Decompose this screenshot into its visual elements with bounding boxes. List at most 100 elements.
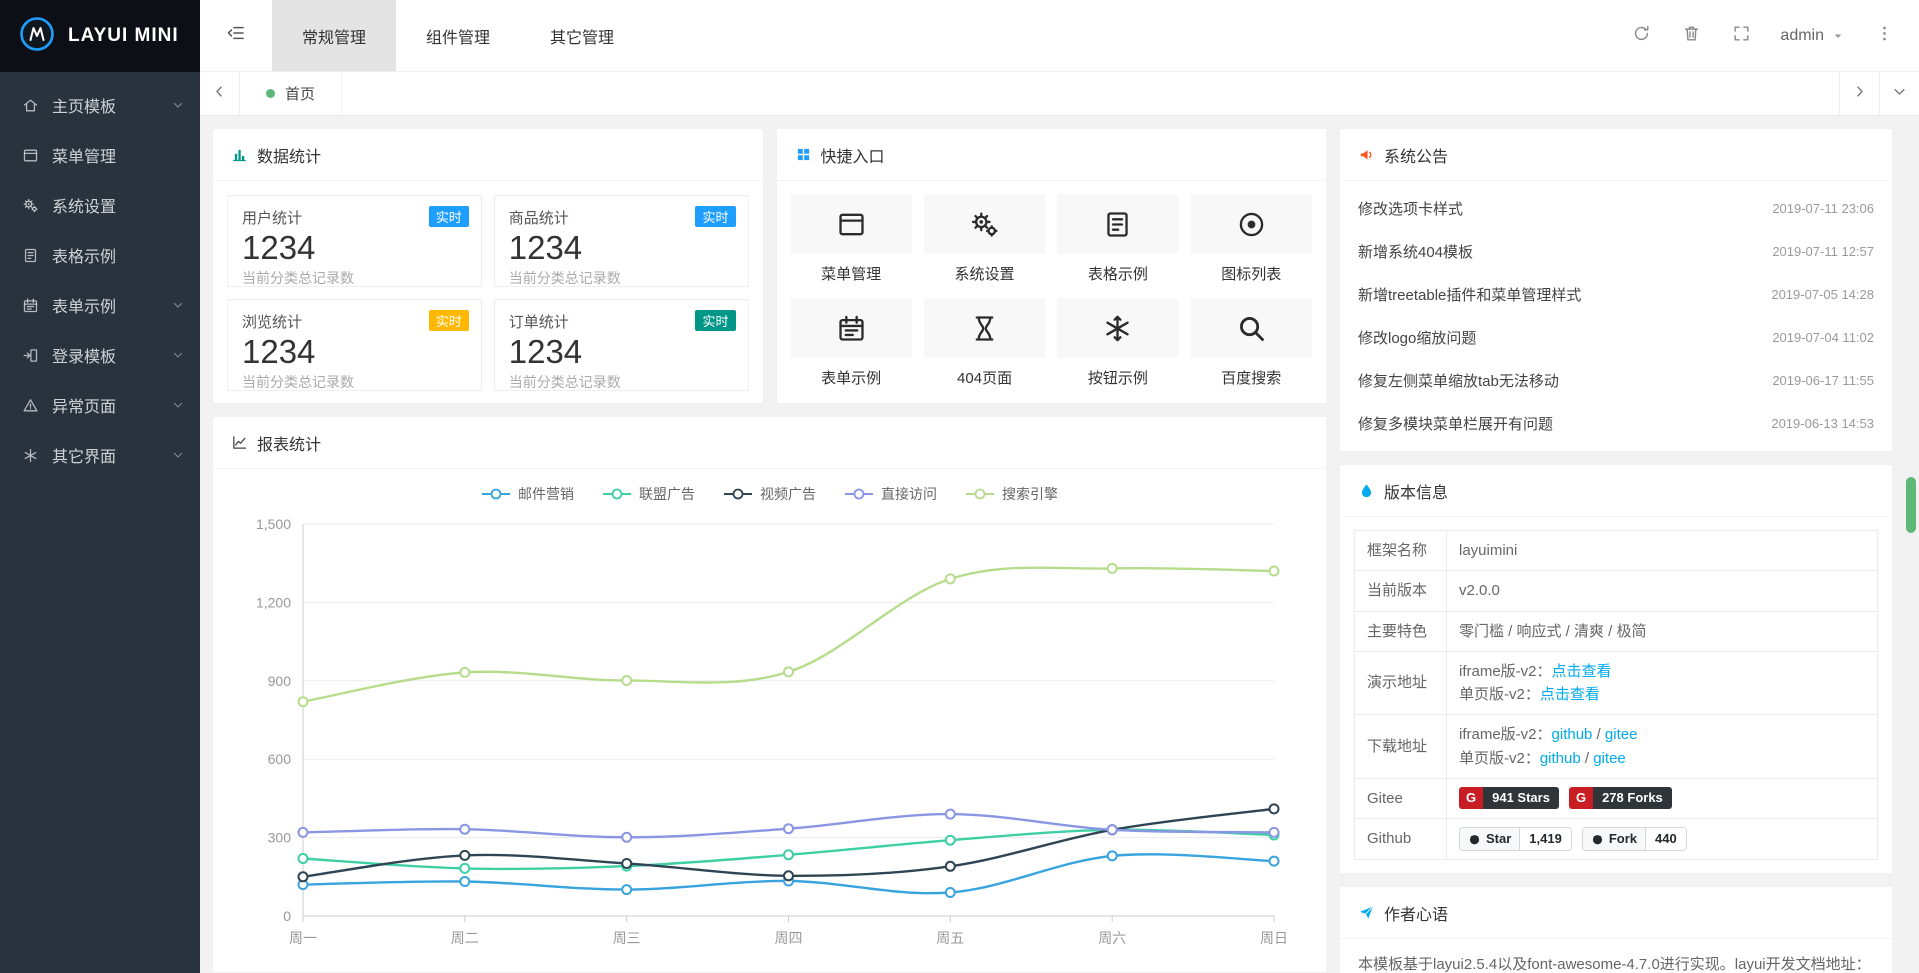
github-badge[interactable]: Fork440 <box>1582 827 1687 851</box>
file-icon <box>22 247 39 264</box>
header-tab[interactable]: 组件管理 <box>396 0 520 71</box>
version-link[interactable]: gitee <box>1593 750 1626 767</box>
announcement-text: 新增系统404模板 <box>1358 241 1483 262</box>
author-intro-text: 本模板基于layui2.5.4以及font-awesome-4.7.0进行实现。… <box>1358 951 1874 973</box>
quick-entry-label: 图标列表 <box>1191 263 1312 284</box>
more-menu-button[interactable] <box>1859 0 1909 72</box>
logo[interactable]: LAYUI MINI <box>0 0 200 72</box>
quick-entry-item[interactable]: 表单示例 <box>791 298 912 388</box>
announcement-row[interactable]: 新增系统404模板 2019-07-11 12:57 <box>1358 230 1874 273</box>
report-card-header: 报表统计 <box>213 417 1326 469</box>
quick-entry-item[interactable]: 图标列表 <box>1191 194 1312 284</box>
refresh-icon <box>1632 24 1651 48</box>
legend-item[interactable]: 联盟广告 <box>602 484 695 504</box>
announcement-date: 2019-07-05 14:28 <box>1771 287 1874 302</box>
announcement-row[interactable]: 新增treetable插件和菜单管理样式2019-07-05 14:28 <box>1358 273 1874 316</box>
legend-marker-icon <box>602 488 632 500</box>
legend-marker-icon <box>481 488 511 500</box>
version-row-value: G941 Stars G278 Forks <box>1447 778 1878 818</box>
sidebar-collapse-button[interactable] <box>200 0 272 71</box>
quick-entry-item[interactable]: 按钮示例 <box>1057 298 1178 388</box>
page-tab-label: 首页 <box>285 83 315 104</box>
stat-badge: 实时 <box>695 206 735 227</box>
version-link[interactable]: github <box>1540 750 1581 767</box>
asterisk-icon <box>22 447 39 464</box>
sidebar-item[interactable]: 系统设置 <box>0 180 200 230</box>
gitee-badge[interactable]: G941 Stars <box>1459 787 1559 809</box>
card-title: 数据统计 <box>257 143 321 167</box>
sidebar-item[interactable]: 登录模板 <box>0 330 200 380</box>
right-column: 系统公告 修改选项卡样式2019-07-11 23:06 新增系统404模板 201… <box>1339 128 1893 973</box>
svg-text:周六: 周六 <box>1098 930 1126 946</box>
sidebar-item-label: 异常页面 <box>52 393 172 417</box>
version-table: 框架名称layuimini当前版本v2.0.0主要特色零门槛 / 响应式 / 清… <box>1354 530 1878 860</box>
announcement-row[interactable]: 修改logo缩放问题2019-07-04 11:02 <box>1358 316 1874 359</box>
announce-card-header: 系统公告 <box>1340 129 1892 181</box>
quick-entry-item[interactable]: 404页面 <box>924 298 1045 388</box>
chevron-right-icon <box>1852 84 1867 104</box>
version-link[interactable]: gitee <box>1605 726 1638 743</box>
legend-item[interactable]: 视频广告 <box>723 484 816 504</box>
tab-bar: 首页 <box>200 72 1919 116</box>
github-badge[interactable]: Star1,419 <box>1459 827 1572 851</box>
stat-box[interactable]: 商品统计实时1234当前分类总记录数 <box>494 195 749 287</box>
version-link[interactable]: 点击查看 <box>1552 663 1612 680</box>
tab-scroll-left-button[interactable] <box>200 72 240 115</box>
legend-label: 联盟广告 <box>639 484 695 504</box>
line-chart-icon <box>231 434 248 451</box>
gitee-icon: G <box>1569 787 1593 809</box>
version-row-value: iframe版-v2：点击查看单页版-v2：点击查看 <box>1447 651 1878 715</box>
card-title: 报表统计 <box>257 431 321 455</box>
header-tab[interactable]: 常规管理 <box>272 0 396 71</box>
svg-text:周日: 周日 <box>1260 930 1288 946</box>
tab-menu-button[interactable] <box>1879 72 1919 115</box>
version-link[interactable]: 点击查看 <box>1540 686 1600 703</box>
sidebar-item[interactable]: 表单示例 <box>0 280 200 330</box>
legend-item[interactable]: 直接访问 <box>844 484 937 504</box>
version-link[interactable]: github <box>1552 726 1593 743</box>
stat-desc: 当前分类总记录数 <box>242 268 467 288</box>
quick-entry-item[interactable]: 百度搜索 <box>1191 298 1312 388</box>
bullhorn-icon <box>1358 146 1375 163</box>
version-card-header: 版本信息 <box>1340 465 1892 517</box>
quick-entry-item[interactable]: 菜单管理 <box>791 194 912 284</box>
gears-icon <box>924 194 1045 254</box>
refresh-button[interactable] <box>1616 0 1666 72</box>
hourglass-icon <box>924 298 1045 358</box>
version-row-label: 演示地址 <box>1355 651 1447 715</box>
stat-desc: 当前分类总记录数 <box>242 372 467 392</box>
header: 常规管理组件管理其它管理 admin <box>200 0 1919 72</box>
sidebar-item-label: 表格示例 <box>52 243 184 267</box>
scrollbar-thumb[interactable] <box>1906 477 1916 533</box>
announcement-row[interactable]: 修改选项卡样式2019-07-11 23:06 <box>1358 187 1874 230</box>
clear-cache-button[interactable] <box>1666 0 1716 72</box>
sidebar-item[interactable]: 其它界面 <box>0 430 200 480</box>
sidebar-item[interactable]: 菜单管理 <box>0 130 200 180</box>
header-tab[interactable]: 其它管理 <box>520 0 644 71</box>
stat-box[interactable]: 用户统计实时1234当前分类总记录数 <box>227 195 482 287</box>
fullscreen-button[interactable] <box>1716 0 1766 72</box>
stat-box[interactable]: 订单统计实时1234当前分类总记录数 <box>494 299 749 391</box>
stat-desc: 当前分类总记录数 <box>509 268 734 288</box>
quick-entry-item[interactable]: 表格示例 <box>1057 194 1178 284</box>
announcement-date: 2019-07-11 12:57 <box>1772 244 1874 259</box>
legend-item[interactable]: 邮件营销 <box>481 484 574 504</box>
announcement-row[interactable]: 修复左侧菜单缩放tab无法移动2019-06-17 11:55 <box>1358 359 1874 402</box>
more-vert-icon <box>1875 24 1894 48</box>
announcement-row[interactable]: 修复多模块菜单栏展开有问题2019-06-13 14:53 <box>1358 402 1874 445</box>
sidebar-item[interactable]: 主页模板 <box>0 80 200 130</box>
logo-icon <box>18 15 56 58</box>
quick-entry-item[interactable]: 系统设置 <box>924 194 1045 284</box>
legend-item[interactable]: 搜索引擎 <box>965 484 1058 504</box>
tabbar-spacer <box>342 72 1839 115</box>
stat-box[interactable]: 浏览统计实时1234当前分类总记录数 <box>227 299 482 391</box>
sidebar-item[interactable]: 异常页面 <box>0 380 200 430</box>
sidebar-item[interactable]: 表格示例 <box>0 230 200 280</box>
gitee-badge[interactable]: G278 Forks <box>1569 787 1672 809</box>
chevron-down-icon <box>172 349 184 361</box>
tab-scroll-right-button[interactable] <box>1839 72 1879 115</box>
page-tab[interactable]: 首页 <box>240 72 342 115</box>
user-menu[interactable]: admin <box>1766 0 1859 72</box>
stat-badge: 实时 <box>695 310 735 331</box>
chevron-down-icon <box>172 99 184 111</box>
